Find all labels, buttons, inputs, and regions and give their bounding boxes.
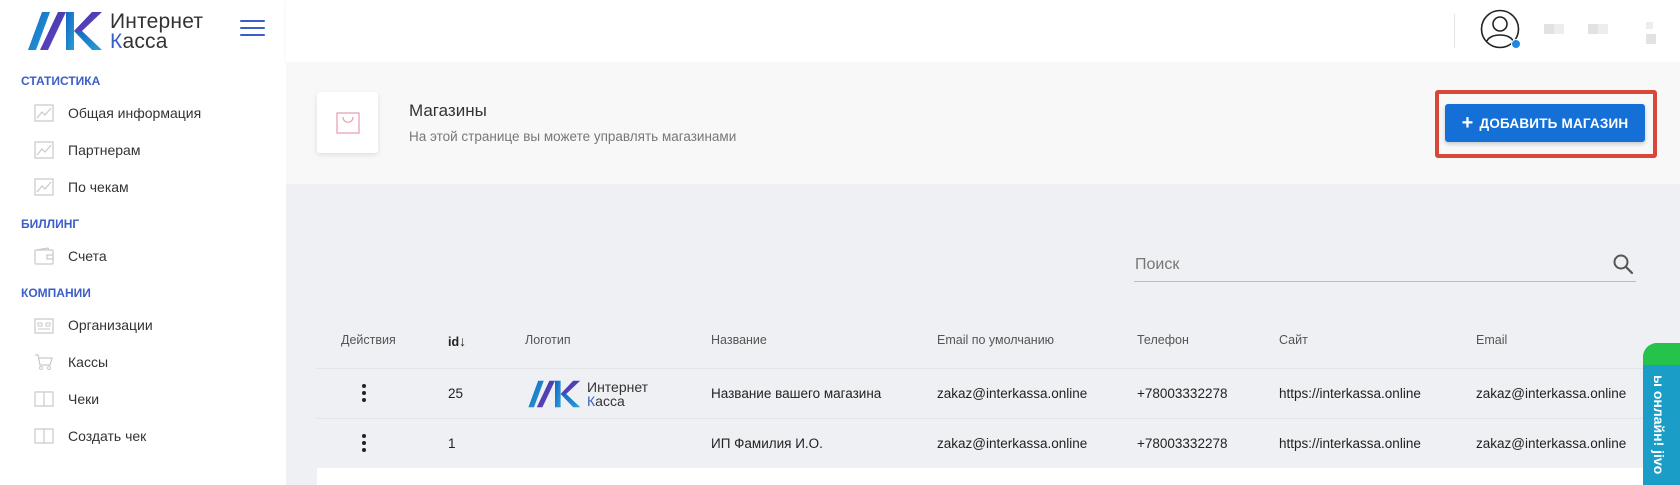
row-actions-kebab-icon[interactable]: [359, 382, 369, 404]
column-header-site[interactable]: Сайт: [1279, 333, 1308, 347]
nav-section-companies: КОМПАНИИ: [21, 286, 91, 300]
book-icon: [34, 427, 54, 445]
sidebar-item-invoices[interactable]: Счета: [0, 237, 286, 274]
plus-icon: +: [1461, 112, 1474, 134]
sidebar-item-partners[interactable]: Партнерам: [0, 131, 286, 168]
row-phone: +78003332278: [1137, 436, 1228, 451]
sidebar-item-cashboxes[interactable]: Кассы: [0, 343, 286, 380]
nav-section-statistics: СТАТИСТИКА: [21, 74, 101, 88]
shopping-bag-icon: [317, 92, 378, 153]
sidebar-item-create-receipt[interactable]: Создать чек: [0, 417, 286, 454]
sidebar: Интернет Касса СТАТИСТИКА Общая информац…: [0, 0, 286, 485]
store-logo: Интернет Касса: [527, 378, 657, 410]
sidebar-item-label: Счета: [68, 247, 107, 264]
search-field: [1134, 250, 1636, 282]
row-email: zakaz@interkassa.online: [1476, 436, 1627, 451]
table-footer: [317, 468, 1680, 485]
column-header-name[interactable]: Название: [711, 333, 767, 347]
row-default-email: zakaz@interkassa.online: [937, 386, 1088, 401]
sidebar-item-label: Кассы: [68, 353, 109, 370]
blurred-user-info: [1646, 22, 1653, 29]
row-site: https://interkassa.online: [1279, 436, 1421, 451]
interkassa-logo-icon[interactable]: [26, 10, 106, 52]
interkassa-logo-icon: [528, 380, 581, 408]
brand-line2-rest: асса: [122, 30, 168, 53]
column-header-email[interactable]: Email: [1476, 333, 1507, 347]
top-bar: [286, 0, 1680, 62]
row-phone: +78003332278: [1137, 386, 1228, 401]
column-header-phone[interactable]: Телефон: [1137, 333, 1189, 347]
user-avatar[interactable]: [1480, 9, 1521, 49]
table-header: Действия id↓ Логотип Название Email по у…: [317, 318, 1680, 368]
wallet-icon: [34, 246, 54, 265]
sidebar-item-label: Партнерам: [68, 141, 141, 158]
table-row[interactable]: 1 ИП Фамилия И.О. zakaz@interkassa.onlin…: [317, 418, 1680, 468]
sidebar-item-label: Создать чек: [68, 427, 147, 444]
row-name: ИП Фамилия И.О.: [711, 436, 823, 451]
chat-widget-top: [1643, 343, 1680, 365]
sidebar-item-organizations[interactable]: Организации: [0, 306, 286, 343]
organization-icon: [34, 316, 54, 334]
blurred-user-info: [1646, 34, 1656, 44]
row-actions-kebab-icon[interactable]: [359, 432, 369, 454]
nav-section-billing: БИЛЛИНГ: [21, 217, 80, 231]
sidebar-item-receipts[interactable]: Чеки: [0, 380, 286, 417]
topbar-divider: [1454, 14, 1455, 48]
brand-line2-accent: К: [110, 30, 123, 53]
sidebar-item-label: По чекам: [68, 178, 129, 195]
row-site: https://interkassa.online: [1279, 386, 1421, 401]
chart-icon: [34, 103, 54, 122]
chart-icon: [34, 177, 54, 196]
row-id: 1: [448, 436, 456, 451]
row-default-email: zakaz@interkassa.online: [937, 436, 1088, 451]
add-store-button[interactable]: + ДОБАВИТЬ МАГАЗИН: [1445, 104, 1645, 142]
stores-table: Действия id↓ Логотип Название Email по у…: [317, 318, 1680, 468]
sidebar-item-by-receipts[interactable]: По чекам: [0, 168, 286, 205]
sidebar-item-label: Организации: [68, 316, 153, 333]
row-id: 25: [448, 386, 464, 401]
sidebar-item-overview[interactable]: Общая информация: [0, 94, 286, 131]
sort-arrow-icon: ↓: [459, 333, 467, 349]
store-logo-text: Интернет Касса: [587, 379, 649, 409]
column-header-id[interactable]: id↓: [448, 333, 466, 349]
chart-icon: [34, 140, 54, 159]
blurred-user-info: [1554, 24, 1564, 34]
column-header-default-email[interactable]: Email по умолчанию: [937, 333, 1054, 347]
page-title: Магазины: [409, 101, 487, 120]
brand: Интернет Касса: [0, 0, 286, 62]
table-row[interactable]: 25 Интернет Касса Название вашего магазин…: [317, 368, 1680, 418]
menu-toggle-icon[interactable]: [240, 20, 265, 38]
blurred-user-info: [1598, 24, 1608, 34]
online-status-dot: [1511, 39, 1521, 49]
column-header-logo[interactable]: Логотип: [525, 333, 571, 347]
sidebar-item-label: Чеки: [68, 390, 100, 407]
row-email: zakaz@interkassa.online: [1476, 386, 1627, 401]
sidebar-nav: СТАТИСТИКА Общая информация Партнерам По…: [0, 68, 286, 454]
add-store-label: ДОБАВИТЬ МАГАЗИН: [1479, 115, 1629, 131]
chat-widget-label: ы онлайн! jivo: [1651, 375, 1667, 475]
page-header: Магазины На этой странице вы можете упра…: [286, 62, 1680, 184]
sidebar-item-label: Общая информация: [68, 104, 202, 121]
column-header-actions[interactable]: Действия: [341, 333, 396, 347]
row-name: Название вашего магазина: [711, 386, 882, 401]
chat-widget[interactable]: ы онлайн! jivo: [1643, 343, 1680, 485]
search-icon[interactable]: [1612, 253, 1634, 275]
book-icon: [34, 390, 54, 408]
brand-name: Интернет Касса: [110, 11, 203, 53]
page-subtitle: На этой странице вы можете управлять маг…: [409, 129, 737, 144]
search-input[interactable]: [1134, 250, 1594, 280]
cart-icon: [34, 353, 54, 371]
